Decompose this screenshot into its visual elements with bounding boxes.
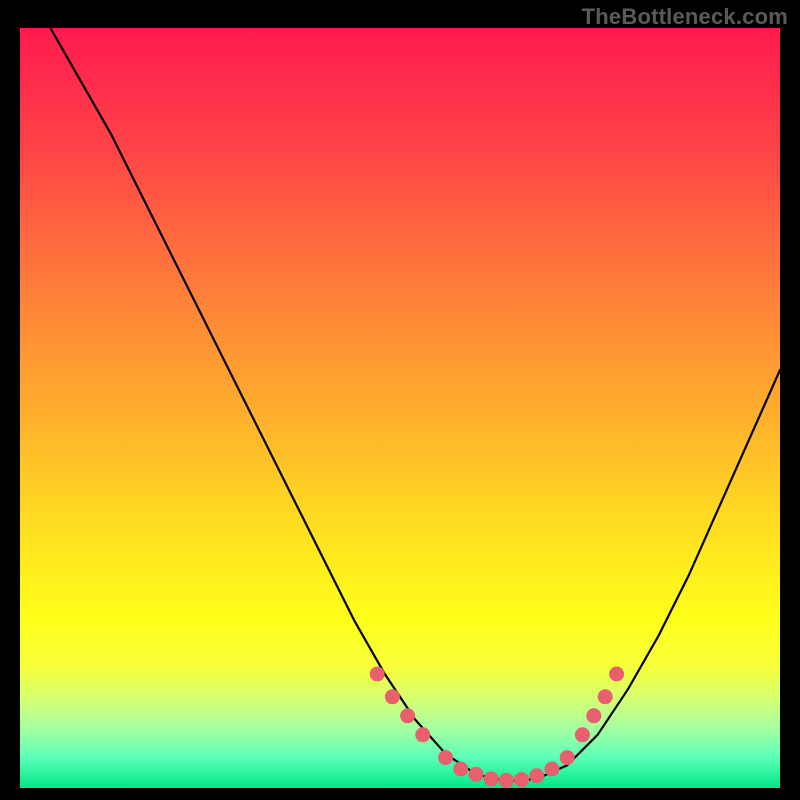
marker-dot xyxy=(385,689,400,704)
marker-dot xyxy=(545,762,560,777)
marker-dot xyxy=(469,767,484,782)
marker-dot xyxy=(575,727,590,742)
marker-dot xyxy=(484,771,499,786)
marker-dot xyxy=(560,750,575,765)
marker-dot xyxy=(400,708,415,723)
watermark-text: TheBottleneck.com xyxy=(582,4,788,30)
marker-dot xyxy=(598,689,613,704)
marker-dot xyxy=(529,768,544,783)
chart-svg xyxy=(20,28,780,788)
marker-dot xyxy=(415,727,430,742)
marker-dot xyxy=(609,667,624,682)
bottleneck-curve xyxy=(50,28,780,781)
marker-dot xyxy=(438,750,453,765)
marker-dot xyxy=(499,773,514,788)
marker-dot xyxy=(514,772,529,787)
marker-dot xyxy=(370,667,385,682)
dot-group xyxy=(370,667,624,788)
marker-dot xyxy=(586,708,601,723)
chart-frame: TheBottleneck.com xyxy=(0,0,800,800)
plot-area xyxy=(20,28,780,788)
marker-dot xyxy=(453,762,468,777)
